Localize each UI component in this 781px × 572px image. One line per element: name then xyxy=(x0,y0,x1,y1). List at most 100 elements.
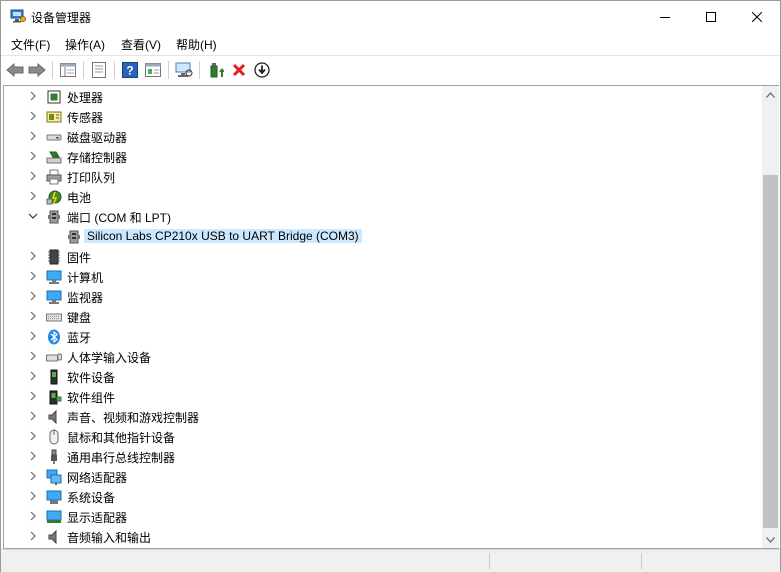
chevron-right-icon[interactable] xyxy=(27,450,39,462)
system-device-icon xyxy=(46,490,62,504)
help-button[interactable]: ? xyxy=(120,60,140,80)
menu-file[interactable]: 文件(F) xyxy=(11,36,50,53)
chevron-right-icon[interactable] xyxy=(27,470,39,482)
chevron-right-icon[interactable] xyxy=(27,530,39,542)
toolbar-separator xyxy=(114,61,115,79)
chevron-down-icon[interactable] xyxy=(27,210,39,222)
tree-item-label: 系统设备 xyxy=(67,491,116,505)
tree-item-label: 监视器 xyxy=(67,291,104,305)
port-device-icon xyxy=(68,230,80,244)
menu-view[interactable]: 查看(V) xyxy=(121,36,161,53)
title-bar[interactable]: 设备管理器 xyxy=(1,1,780,32)
tree-category-row[interactable]: 监视器 xyxy=(4,286,762,306)
maximize-icon xyxy=(706,11,716,22)
tree-category-row[interactable]: 软件组件 xyxy=(4,386,762,406)
chevron-right-icon[interactable] xyxy=(27,130,39,142)
menu-bar: 文件(F) 操作(A) 查看(V) 帮助(H) xyxy=(1,32,780,54)
usb-icon xyxy=(51,449,57,464)
tree-category-row[interactable]: 键盘 xyxy=(4,306,762,326)
bluetooth-icon xyxy=(48,329,60,345)
chevron-right-icon[interactable] xyxy=(27,350,39,362)
scroll-down-button[interactable] xyxy=(762,531,779,548)
tree-category-row[interactable]: 处理器 xyxy=(4,86,762,106)
chevron-right-icon[interactable] xyxy=(27,390,39,402)
monitor-icon xyxy=(46,290,62,304)
toolbar-separator xyxy=(52,61,53,79)
tree-category-row[interactable]: 网络适配器 xyxy=(4,466,762,486)
display-adapter-icon xyxy=(46,510,62,523)
tree-item-label: 软件设备 xyxy=(67,371,116,385)
tree-category-row[interactable]: 声音、视频和游戏控制器 xyxy=(4,406,762,426)
computer-icon xyxy=(46,270,62,284)
tree-category-row[interactable]: 系统设备 xyxy=(4,486,762,506)
forward-button[interactable] xyxy=(27,60,47,80)
chevron-right-icon[interactable] xyxy=(27,110,39,122)
help-icon: ? xyxy=(122,62,138,78)
storage-controller-icon xyxy=(46,151,62,164)
tree-item-label: 软件组件 xyxy=(67,391,116,405)
port-icon xyxy=(48,210,60,224)
view-button[interactable] xyxy=(143,60,163,80)
tree-item-label: Silicon Labs CP210x USB to UART Bridge (… xyxy=(84,229,362,243)
tree-category-row[interactable]: 鼠标和其他指针设备 xyxy=(4,426,762,446)
menu-help[interactable]: 帮助(H) xyxy=(176,36,217,53)
chevron-right-icon[interactable] xyxy=(27,150,39,162)
tree-category-row[interactable]: 磁盘驱动器 xyxy=(4,126,762,146)
device-tree[interactable]: 处理器 传感器磁盘驱动器存储控制器 打印队列 电池 端口 (COM 和 LPT) Sili… xyxy=(3,85,762,549)
menu-action[interactable]: 操作(A) xyxy=(65,36,105,53)
chevron-right-icon[interactable] xyxy=(27,290,39,302)
software-device-icon xyxy=(50,369,58,385)
maximize-button[interactable] xyxy=(688,1,734,32)
scan-hardware-button[interactable] xyxy=(174,60,194,80)
minimize-button[interactable] xyxy=(642,1,688,32)
sensor-icon xyxy=(46,111,62,123)
software-component-icon xyxy=(49,390,62,405)
chevron-right-icon[interactable] xyxy=(27,170,39,182)
chevron-right-icon[interactable] xyxy=(27,250,39,262)
svg-text:?: ? xyxy=(126,64,133,78)
scroll-up-button[interactable] xyxy=(762,86,779,103)
tree-category-row[interactable]: 计算机 xyxy=(4,266,762,286)
properties-button[interactable] xyxy=(89,60,109,80)
audio-io-icon xyxy=(48,529,57,545)
chevron-right-icon[interactable] xyxy=(27,310,39,322)
chevron-right-icon[interactable] xyxy=(27,270,39,282)
tree-category-row[interactable]: 存储控制器 xyxy=(4,146,762,166)
tree-category-row[interactable]: 固件 xyxy=(4,246,762,266)
tree-item-label: 磁盘驱动器 xyxy=(67,131,128,145)
chevron-right-icon[interactable] xyxy=(27,490,39,502)
chevron-right-icon[interactable] xyxy=(27,190,39,202)
tree-category-row[interactable]: 软件设备 xyxy=(4,366,762,386)
tree-category-row[interactable]: 通用串行总线控制器 xyxy=(4,446,762,466)
tree-category-row[interactable]: 音频输入和输出 xyxy=(4,526,762,546)
chevron-right-icon[interactable] xyxy=(27,330,39,342)
view-icon xyxy=(145,63,161,77)
tree-category-row[interactable]: 蓝牙 xyxy=(4,326,762,346)
tree-item-label: 人体学输入设备 xyxy=(67,351,152,365)
tree-category-row[interactable]: 人体学输入设备 xyxy=(4,346,762,366)
disable-button[interactable] xyxy=(252,60,272,80)
back-button[interactable] xyxy=(5,60,25,80)
tree-category-row[interactable]: 电池 xyxy=(4,186,762,206)
tree-category-row[interactable]: 端口 (COM 和 LPT) xyxy=(4,206,762,226)
tree-category-row[interactable]: 传感器 xyxy=(4,106,762,126)
chevron-right-icon[interactable] xyxy=(27,370,39,382)
close-button[interactable] xyxy=(734,1,780,32)
hid-icon xyxy=(46,353,62,362)
uninstall-button[interactable] xyxy=(229,60,249,80)
chevron-right-icon[interactable] xyxy=(27,510,39,522)
chevron-down-icon xyxy=(766,536,775,543)
printer-icon xyxy=(46,169,62,185)
scrollbar-thumb[interactable] xyxy=(763,175,778,528)
tree-item-label: 存储控制器 xyxy=(67,151,128,165)
tree-category-row[interactable]: 打印队列 xyxy=(4,166,762,186)
tree-device-row[interactable]: Silicon Labs CP210x USB to UART Bridge (… xyxy=(4,226,762,246)
tree-category-row[interactable]: 显示适配器 xyxy=(4,506,762,526)
chevron-right-icon[interactable] xyxy=(27,430,39,442)
chevron-right-icon[interactable] xyxy=(27,410,39,422)
update-driver-button[interactable] xyxy=(206,60,226,80)
tree-item-label: 鼠标和其他指针设备 xyxy=(67,431,176,445)
vertical-scrollbar[interactable] xyxy=(762,85,779,549)
chevron-right-icon[interactable] xyxy=(27,90,39,102)
show-hide-tree-button[interactable] xyxy=(58,60,78,80)
